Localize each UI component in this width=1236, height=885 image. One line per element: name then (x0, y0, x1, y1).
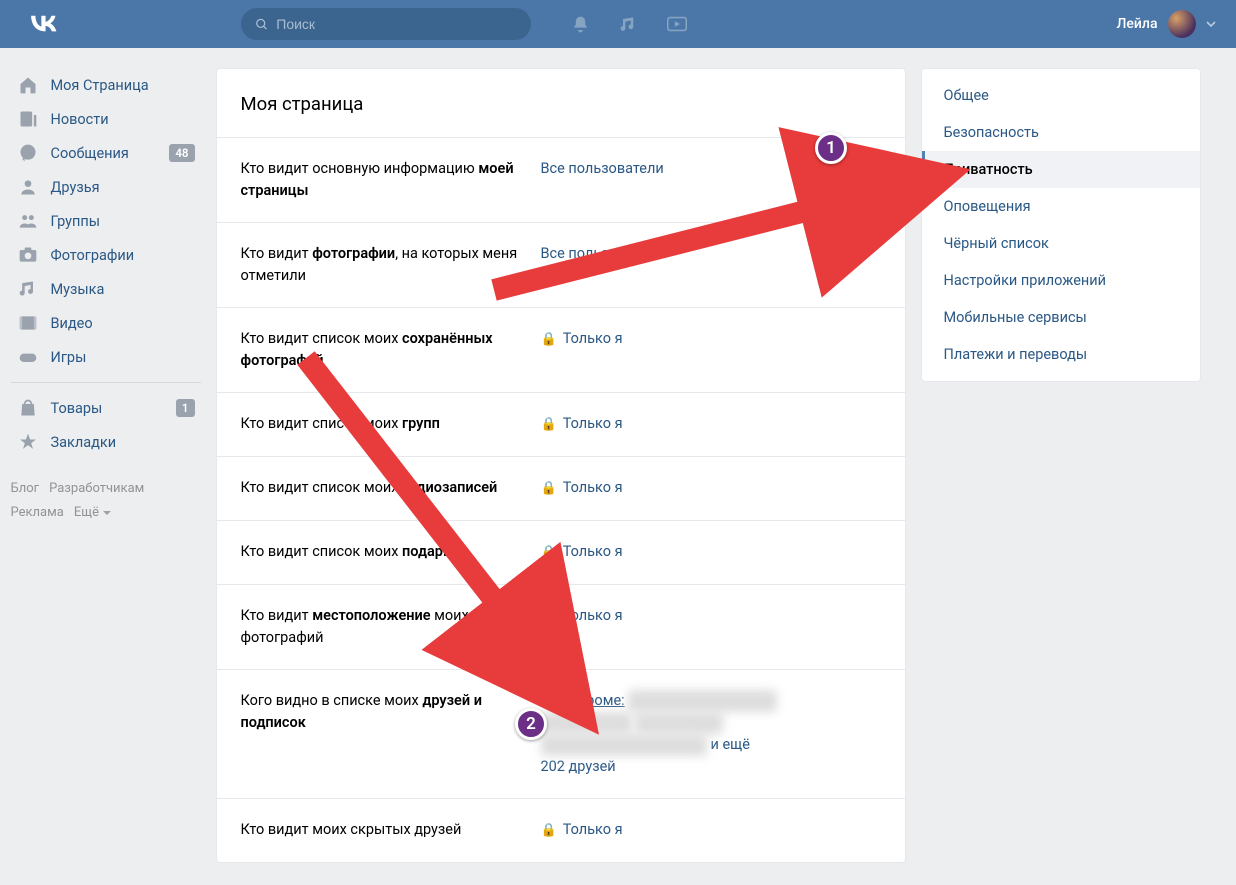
settings-tab[interactable]: Безопасность (922, 114, 1200, 151)
footer-dev[interactable]: Разработчикам (49, 481, 144, 496)
setting-label: Кто видит список моих групп (241, 413, 541, 436)
top-bar: Лейла (0, 0, 1236, 48)
setting-row: Кто видит моих скрытых друзей🔒Только я (217, 798, 905, 862)
settings-tab[interactable]: Чёрный список (922, 225, 1200, 262)
nav-bookmarks[interactable]: Закладки (11, 425, 201, 459)
settings-tabs: ОбщееБезопасностьПриватностьОповещенияЧё… (921, 68, 1201, 382)
setting-label: Кто видит список моих сохранённых фотогр… (241, 328, 541, 372)
setting-value[interactable]: Все пользователи (541, 243, 881, 287)
setting-value[interactable]: 🔒Только я (541, 605, 881, 649)
setting-row: Кто видит фотографии, на которых меня от… (217, 222, 905, 307)
search-icon (255, 17, 269, 32)
lock-icon: 🔒 (541, 609, 557, 624)
setting-row: Кого видно в списке моих друзей и подпис… (217, 669, 905, 798)
camera-icon (17, 244, 39, 266)
settings-panel: Моя страница Кто видит основную информац… (216, 68, 906, 863)
music-icon[interactable] (619, 14, 639, 34)
setting-value[interactable]: Все пользователи (541, 158, 881, 202)
setting-row: Кто видит основную информацию моей стран… (217, 137, 905, 222)
lock-icon: 🔒 (541, 417, 557, 432)
setting-label: Кто видит фотографии, на которых меня от… (241, 243, 541, 287)
avatar (1168, 10, 1196, 38)
setting-value[interactable]: 🔒Только я (541, 541, 881, 564)
video-icon[interactable] (667, 14, 687, 34)
groups-icon (17, 210, 39, 232)
news-icon (17, 108, 39, 130)
nav-music[interactable]: Музыка (11, 272, 201, 306)
lock-icon: 🔒 (541, 481, 557, 496)
setting-value[interactable]: 🔒Только я (541, 819, 881, 842)
footer-blog[interactable]: Блог (11, 481, 40, 496)
setting-row: Кто видит список моих аудиозаписей🔒Тольк… (217, 456, 905, 520)
settings-tab[interactable]: Мобильные сервисы (922, 299, 1200, 336)
vk-logo[interactable] (21, 9, 71, 39)
nav-friends[interactable]: Друзья (11, 170, 201, 204)
star-icon (17, 431, 39, 453)
footer-ads[interactable]: Реклама (11, 505, 64, 520)
film-icon (17, 312, 39, 334)
setting-value[interactable]: 🔒Только я (541, 328, 881, 372)
nav-goods[interactable]: Товары1 (11, 391, 201, 425)
setting-label: Кто видит местоположение моих фотографий (241, 605, 541, 649)
chevron-down-icon (1206, 21, 1216, 27)
setting-label: Кто видит список моих аудиозаписей (241, 477, 541, 500)
music-nav-icon (17, 278, 39, 300)
setting-label: Кто видит список моих подарков (241, 541, 541, 564)
search-box[interactable] (241, 8, 531, 40)
lock-icon: 🔒 (541, 545, 557, 560)
lock-icon: 🔒 (541, 332, 557, 347)
left-nav: Моя Страница Новости Сообщения48 Друзья … (11, 68, 201, 863)
footer-more[interactable]: Ещё (74, 505, 111, 520)
settings-tab[interactable]: Общее (922, 77, 1200, 114)
bag-icon (17, 397, 39, 419)
setting-row: Кто видит местоположение моих фотографий… (217, 584, 905, 669)
setting-value[interactable]: 🔒Только я (541, 413, 881, 436)
nav-video[interactable]: Видео (11, 306, 201, 340)
page-title: Моя страница (217, 69, 905, 137)
search-input[interactable] (276, 16, 516, 32)
lock-icon: 🔒 (541, 823, 557, 838)
username: Лейла (1117, 16, 1158, 32)
setting-label: Кого видно в списке моих друзей и подпис… (241, 690, 541, 778)
nav-news[interactable]: Новости (11, 102, 201, 136)
settings-tab[interactable]: Платежи и переводы (922, 336, 1200, 373)
setting-value[interactable]: Всех, кроме: ■■■■■■■■■■■■■■■■■■■■■■■■■ ■… (541, 690, 881, 778)
setting-row: Кто видит список моих групп🔒Только я (217, 392, 905, 456)
nav-footer: Блог Разработчикам Реклама Ещё (11, 477, 201, 525)
notifications-icon[interactable] (571, 14, 591, 34)
setting-label: Кто видит моих скрытых друзей (241, 819, 541, 842)
user-menu[interactable]: Лейла (1117, 10, 1226, 38)
settings-tab[interactable]: Оповещения (922, 188, 1200, 225)
settings-tab[interactable]: Приватность (922, 151, 1200, 188)
setting-row: Кто видит список моих сохранённых фотогр… (217, 307, 905, 392)
setting-label: Кто видит основную информацию моей стран… (241, 158, 541, 202)
goods-badge: 1 (176, 399, 195, 417)
messages-badge: 48 (169, 144, 194, 162)
nav-messages[interactable]: Сообщения48 (11, 136, 201, 170)
nav-photos[interactable]: Фотографии (11, 238, 201, 272)
settings-tab[interactable]: Настройки приложений (922, 262, 1200, 299)
nav-my-page[interactable]: Моя Страница (11, 68, 201, 102)
setting-value[interactable]: 🔒Только я (541, 477, 881, 500)
setting-row: Кто видит список моих подарков🔒Только я (217, 520, 905, 584)
page-layout: Моя Страница Новости Сообщения48 Друзья … (11, 48, 1226, 863)
nav-games[interactable]: Игры (11, 340, 201, 374)
friends-icon (17, 176, 39, 198)
messages-icon (17, 142, 39, 164)
nav-groups[interactable]: Группы (11, 204, 201, 238)
home-icon (17, 74, 39, 96)
gamepad-icon (17, 346, 39, 368)
